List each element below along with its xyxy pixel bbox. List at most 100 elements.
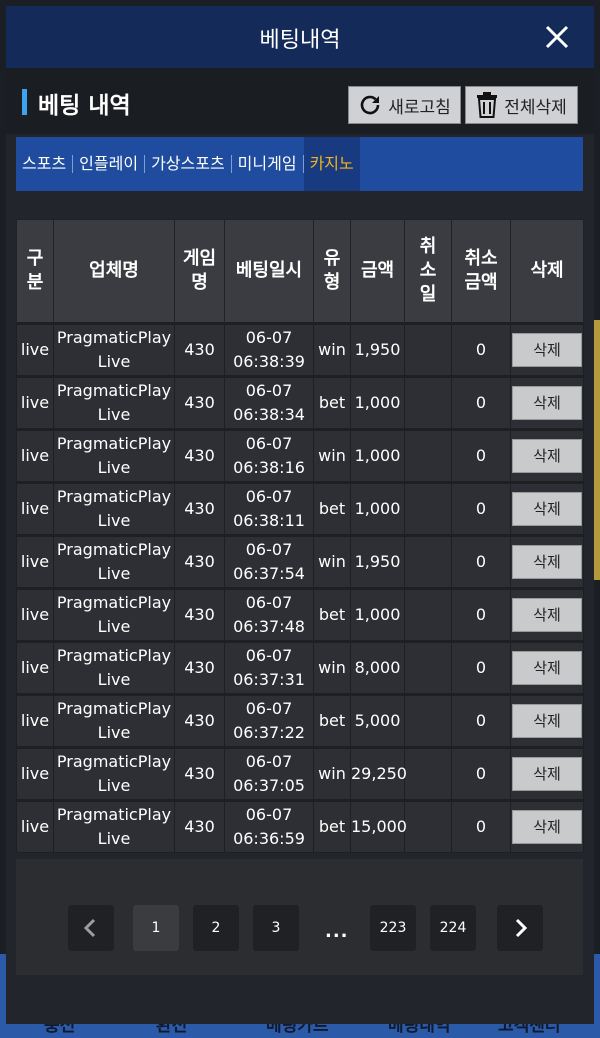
trash-icon <box>477 92 498 118</box>
table-row: live PragmaticPlay Live 430 06-07 06:38:39 win… <box>16 322 584 377</box>
cell-vendor: PragmaticPlay Live <box>53 640 175 695</box>
cell-datetime: 06-07 06:38:39 <box>224 322 314 377</box>
cell-cancel-amount: 0 <box>451 799 511 853</box>
row-delete-button[interactable]: 삭제 <box>512 810 582 844</box>
cell-vendor: PragmaticPlay Live <box>53 375 175 430</box>
cell-delete: 삭제 <box>510 481 584 536</box>
cell-cancel-amount: 0 <box>451 375 511 430</box>
cell-game: 430 <box>174 746 225 801</box>
header-datetime: 베팅일시 <box>224 219 314 324</box>
cell-cancel-date <box>404 375 452 430</box>
delete-all-button[interactable]: 전체삭제 <box>465 86 578 124</box>
pagination: 1 2 3 ... 223 224 <box>16 859 583 975</box>
table-row: live PragmaticPlay Live 430 06-07 06:37:48 bet… <box>16 587 584 642</box>
cell-cancel-date <box>404 534 452 589</box>
table-row: live PragmaticPlay Live 430 06-07 06:37:22 bet… <box>16 693 584 748</box>
cell-amount: 1,000 <box>350 375 405 430</box>
page-button-3[interactable]: 3 <box>253 905 299 951</box>
cell-kind: win <box>313 322 351 377</box>
cell-game: 430 <box>174 640 225 695</box>
cell-cancel-amount: 0 <box>451 322 511 377</box>
cell-cancel-date <box>404 587 452 642</box>
row-delete-button[interactable]: 삭제 <box>512 545 582 579</box>
cell-kind: win <box>313 534 351 589</box>
cell-amount: 29,250 <box>350 746 407 801</box>
cell-cancel-date <box>404 481 452 536</box>
category-tabs: 스포츠 인플레이 가상스포츠 미니게임 카지노 <box>16 137 583 191</box>
row-delete-button[interactable]: 삭제 <box>512 492 582 526</box>
page-button-2[interactable]: 2 <box>193 905 239 951</box>
row-delete-button[interactable]: 삭제 <box>512 386 582 420</box>
cell-type: live <box>16 693 54 748</box>
cell-cancel-date <box>404 746 452 801</box>
tab-sports[interactable]: 스포츠 <box>16 137 72 191</box>
row-delete-button[interactable]: 삭제 <box>512 704 582 738</box>
table-header-row: 구분 업체명 게임 명 베팅일시 유형 금액 취소일 취소 금액 삭제 <box>16 219 584 324</box>
row-delete-button[interactable]: 삭제 <box>512 651 582 685</box>
cell-datetime: 06-07 06:37:48 <box>224 587 314 642</box>
cell-game: 430 <box>174 428 225 483</box>
close-button[interactable] <box>540 20 574 54</box>
prev-page-button[interactable] <box>68 905 114 951</box>
chevron-left-icon <box>83 918 96 938</box>
tab-inplay[interactable]: 인플레이 <box>73 137 144 191</box>
cell-delete: 삭제 <box>510 693 584 748</box>
cell-game: 430 <box>174 322 225 377</box>
cell-amount: 15,000 <box>350 799 407 853</box>
cell-kind: bet <box>313 375 351 430</box>
tab-virtual-sports[interactable]: 가상스포츠 <box>145 137 231 191</box>
cell-type: live <box>16 799 54 853</box>
close-icon <box>545 25 569 49</box>
cell-cancel-amount: 0 <box>451 746 511 801</box>
page-button-223[interactable]: 223 <box>370 905 416 951</box>
tab-casino[interactable]: 카지노 <box>303 137 360 191</box>
page-button-224[interactable]: 224 <box>430 905 476 951</box>
table-row: live PragmaticPlay Live 430 06-07 06:36:59 bet… <box>16 799 584 853</box>
cell-delete: 삭제 <box>510 375 584 430</box>
cell-datetime: 06-07 06:38:16 <box>224 428 314 483</box>
page-button-1[interactable]: 1 <box>133 905 179 951</box>
cell-vendor: PragmaticPlay Live <box>53 534 175 589</box>
delete-all-label: 전체삭제 <box>504 97 567 118</box>
cell-vendor: PragmaticPlay Live <box>53 587 175 642</box>
cell-game: 430 <box>174 587 225 642</box>
cell-kind: bet <box>313 693 351 748</box>
cell-kind: bet <box>313 587 351 642</box>
row-delete-button[interactable]: 삭제 <box>512 598 582 632</box>
cell-cancel-date <box>404 799 452 853</box>
modal-header: 베팅내역 <box>6 6 594 68</box>
cell-cancel-amount: 0 <box>451 693 511 748</box>
cell-cancel-date <box>404 693 452 748</box>
next-page-button[interactable] <box>497 905 543 951</box>
chevron-right-icon <box>515 918 528 938</box>
row-delete-button[interactable]: 삭제 <box>512 757 582 791</box>
row-delete-button[interactable]: 삭제 <box>512 439 582 473</box>
cell-vendor: PragmaticPlay Live <box>53 481 175 536</box>
cell-amount: 1,950 <box>350 322 405 377</box>
cell-delete: 삭제 <box>510 534 584 589</box>
cell-amount: 8,000 <box>350 640 405 695</box>
betting-history-modal: 베팅내역 베팅 내역 새로고침 전체삭제 스포츠 인플레이 가상스포츠 미니게임… <box>6 6 594 1024</box>
cell-type: live <box>16 534 54 589</box>
section-accent-bar <box>22 89 27 115</box>
cell-type: live <box>16 746 54 801</box>
header-delete: 삭제 <box>510 219 584 324</box>
row-delete-button[interactable]: 삭제 <box>512 333 582 367</box>
cell-datetime: 06-07 06:37:31 <box>224 640 314 695</box>
cell-game: 430 <box>174 481 225 536</box>
cell-cancel-date <box>404 428 452 483</box>
cell-vendor: PragmaticPlay Live <box>53 322 175 377</box>
cell-delete: 삭제 <box>510 428 584 483</box>
cell-cancel-amount: 0 <box>451 534 511 589</box>
cell-amount: 1,000 <box>350 428 405 483</box>
cell-kind: win <box>313 428 351 483</box>
tab-minigame[interactable]: 미니게임 <box>232 137 303 191</box>
refresh-button[interactable]: 새로고침 <box>348 86 461 124</box>
cell-type: live <box>16 428 54 483</box>
cell-kind: bet <box>313 481 351 536</box>
betting-table: 구분 업체명 게임 명 베팅일시 유형 금액 취소일 취소 금액 삭제 live Pr… <box>16 219 584 853</box>
table-row: live PragmaticPlay Live 430 06-07 06:38:16 win… <box>16 428 584 483</box>
cell-cancel-date <box>404 322 452 377</box>
betting-table-container: 구분 업체명 게임 명 베팅일시 유형 금액 취소일 취소 금액 삭제 live Pr… <box>16 219 584 853</box>
header-amount: 금액 <box>350 219 405 324</box>
